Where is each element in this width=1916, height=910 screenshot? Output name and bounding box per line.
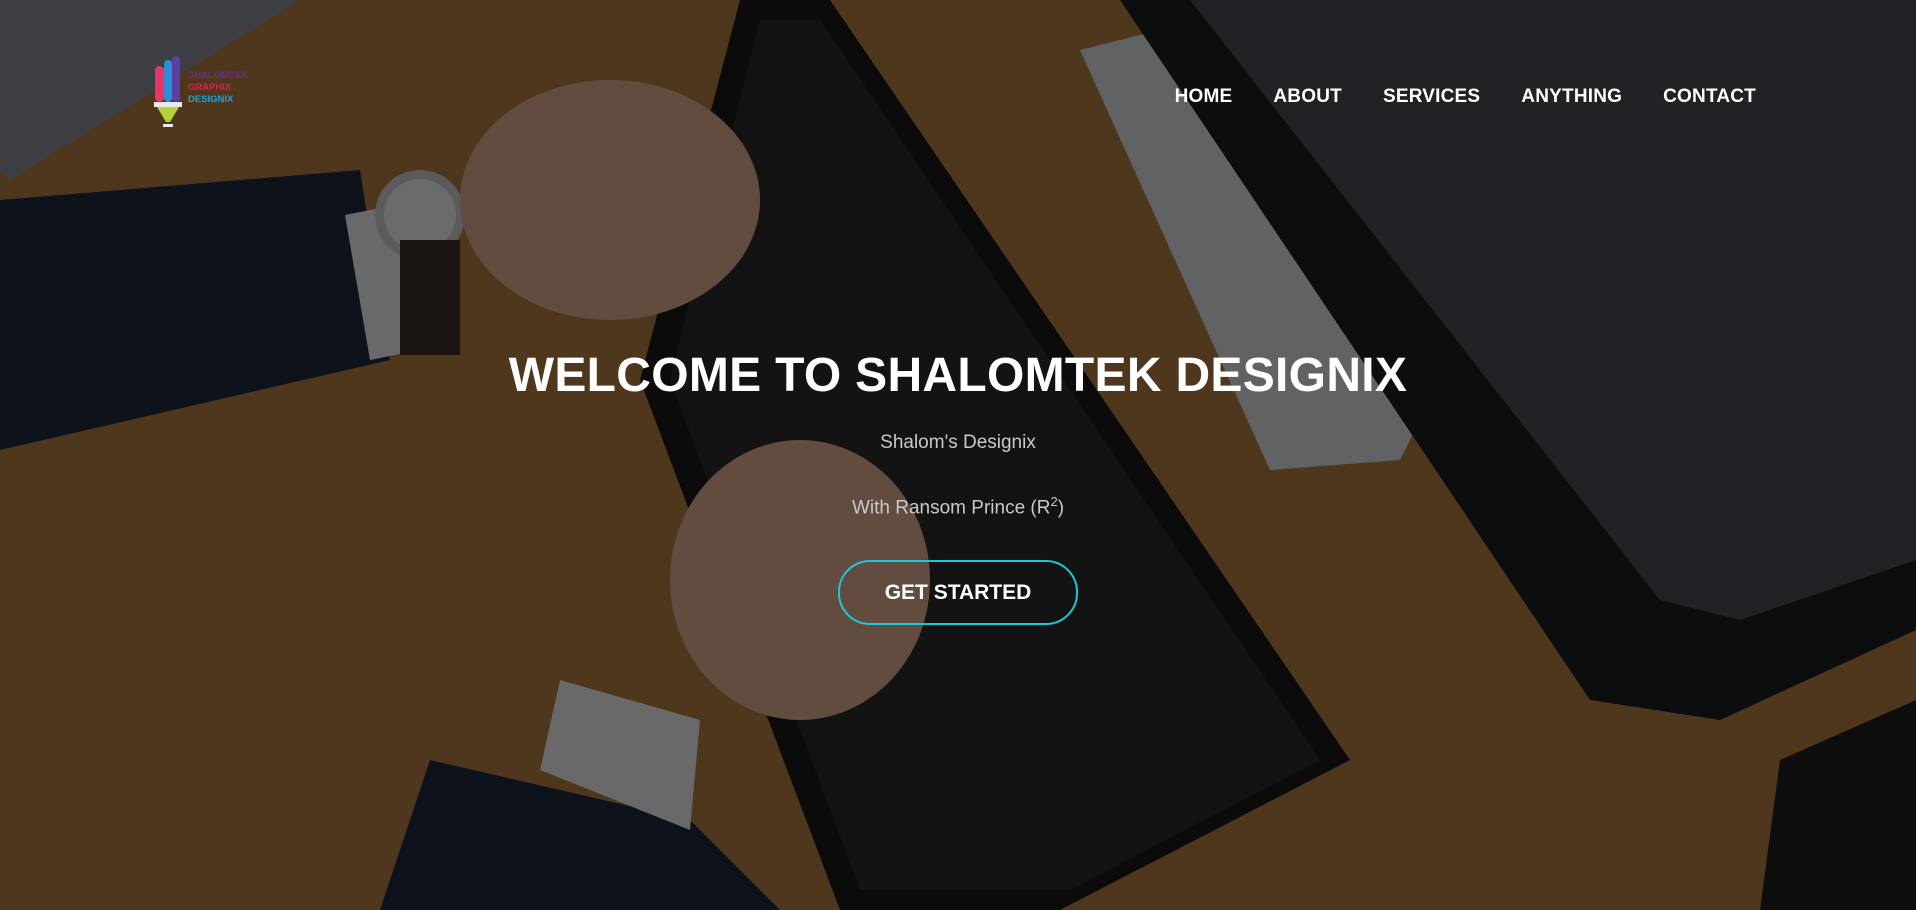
get-started-button[interactable]: GET STARTED	[838, 560, 1078, 626]
nav-item-contact[interactable]: CONTACT	[1663, 86, 1756, 108]
hero-credit-superscript: 2	[1050, 494, 1058, 509]
hero-section: SHALOMTEX GRAPHIX DESIGNIX HOME ABOUT SE…	[0, 0, 1916, 910]
logo-text-line-1: SHALOMTEX	[188, 70, 248, 81]
hero-credit: With Ransom Prince (R2)	[0, 490, 1916, 520]
hero-credit-prefix: With Ransom Prince (R	[851, 497, 1051, 519]
brand-logo[interactable]: SHALOMTEX GRAPHIX DESIGNIX	[152, 56, 252, 132]
nav-item-services[interactable]: SERVICES	[1383, 86, 1480, 108]
main-nav: HOME ABOUT SERVICES ANYTHING CONTACT	[1175, 86, 1756, 108]
hero-title: WELCOME TO SHALOMTEK DESIGNIX	[508, 349, 1408, 402]
hero-content: WELCOME TO SHALOMTEK DESIGNIX Shalom's D…	[0, 343, 1916, 626]
hero-credit-suffix: )	[1057, 497, 1065, 519]
nav-item-about[interactable]: ABOUT	[1273, 86, 1342, 108]
nav-item-anything[interactable]: ANYTHING	[1521, 86, 1622, 108]
hero-subtitle: Shalom's Designix	[880, 432, 1036, 453]
logo-text-line-3: DESIGNIX	[188, 94, 234, 105]
nav-item-home[interactable]: HOME	[1175, 86, 1233, 108]
pencil-logo-icon	[154, 56, 182, 127]
logo-text-line-2: GRAPHIX	[188, 82, 232, 93]
